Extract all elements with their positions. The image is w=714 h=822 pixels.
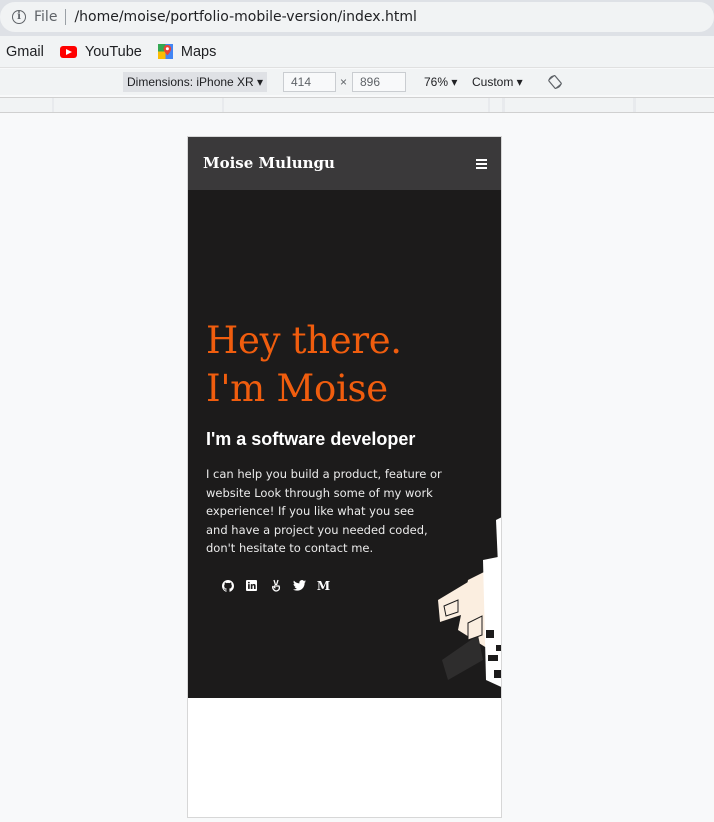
device-viewport: Moise Mulungu Hey there. I'm Moise I'm a… xyxy=(187,136,502,818)
linkedin-icon[interactable] xyxy=(245,579,258,592)
throttle-dropdown[interactable]: Custom ▾ xyxy=(472,72,523,92)
url-separator xyxy=(65,9,67,25)
dimensions-dropdown[interactable]: Dimensions: iPhone XR ▾ xyxy=(123,72,268,92)
bookmarks-bar: Gmail YouTube Maps xyxy=(0,36,714,68)
url-text[interactable]: /home/moise/portfolio-mobile-version/ind… xyxy=(74,9,416,25)
youtube-icon xyxy=(59,45,77,58)
decorative-shapes xyxy=(438,517,501,687)
hero-section: Hey there. I'm Moise I'm a software deve… xyxy=(188,190,501,698)
media-query-segment[interactable] xyxy=(0,98,52,112)
hero-heading-line: Hey there. xyxy=(206,319,402,362)
browser-toolbar: i File /home/moise/portfolio-mobile-vers… xyxy=(0,0,714,36)
rotate-icon[interactable] xyxy=(548,75,562,89)
twitter-icon[interactable] xyxy=(293,579,306,592)
site-brand[interactable]: Moise Mulungu xyxy=(203,154,335,172)
device-toolbar: Dimensions: iPhone XR ▾ 414 × 896 76% ▾ … xyxy=(0,69,714,95)
zoom-dropdown[interactable]: 76% ▾ xyxy=(424,72,457,92)
address-bar[interactable]: i File /home/moise/portfolio-mobile-vers… xyxy=(0,2,714,32)
dimension-times-label: × xyxy=(340,75,348,89)
social-links: M xyxy=(221,579,341,593)
intro-line: website Look through some of my work xyxy=(206,485,433,500)
bookmark-label: YouTube xyxy=(84,43,142,60)
bookmark-label: Gmail xyxy=(6,43,44,60)
info-icon[interactable]: i xyxy=(12,10,26,24)
intro-line: I can help you build a product, feature … xyxy=(206,467,442,481)
bookmark-label: Maps xyxy=(180,43,217,60)
hero-heading: Hey there. I'm Moise xyxy=(206,317,402,413)
hero-subtitle: I'm a software developer xyxy=(206,429,416,449)
url-scheme-label: File xyxy=(34,9,58,25)
angellist-icon[interactable] xyxy=(269,579,282,592)
github-icon[interactable] xyxy=(221,579,234,592)
media-query-segment[interactable] xyxy=(224,98,488,112)
width-input[interactable]: 414 xyxy=(283,72,336,92)
hero-heading-line: I'm Moise xyxy=(206,367,388,410)
bookmark-gmail[interactable]: Gmail xyxy=(6,44,44,60)
media-query-segment[interactable] xyxy=(490,98,502,112)
maps-icon xyxy=(157,44,173,59)
media-query-segment[interactable] xyxy=(505,98,633,112)
media-query-segment[interactable] xyxy=(636,98,714,112)
next-section xyxy=(188,698,501,817)
medium-icon[interactable]: M xyxy=(317,579,330,593)
media-query-bar xyxy=(0,97,714,113)
media-query-segment[interactable] xyxy=(54,98,222,112)
bookmark-maps[interactable]: Maps xyxy=(157,43,217,60)
site-navbar: Moise Mulungu xyxy=(188,137,501,190)
hamburger-menu-icon[interactable] xyxy=(476,159,487,169)
height-input[interactable]: 896 xyxy=(352,72,406,92)
bookmark-youtube[interactable]: YouTube xyxy=(59,43,142,60)
